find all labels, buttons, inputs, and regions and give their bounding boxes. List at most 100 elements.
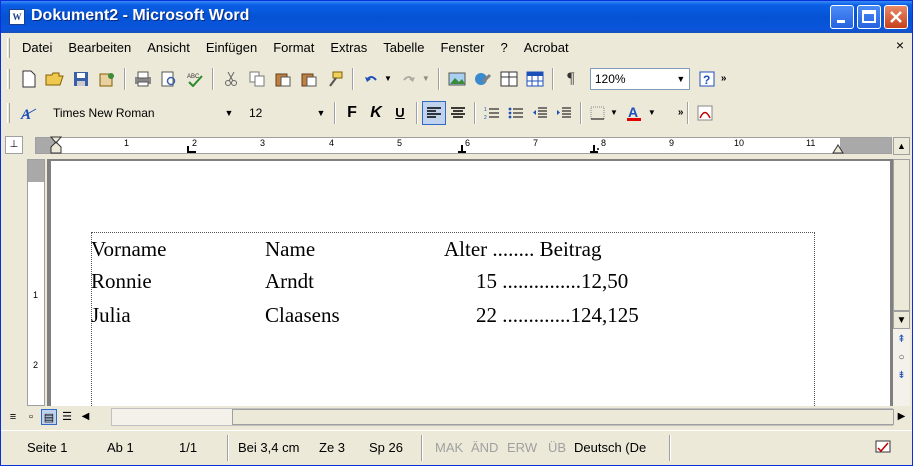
cut-icon[interactable] [219, 67, 243, 91]
insert-hyperlink-icon[interactable] [471, 67, 495, 91]
tab-stop-marker[interactable] [186, 144, 198, 154]
tab-selector[interactable]: ⊥ [5, 136, 23, 154]
border-dropdown-icon[interactable]: ▼ [610, 108, 618, 117]
status-macro-recorder[interactable]: MAK [435, 440, 463, 455]
help-icon[interactable]: ? [696, 67, 720, 91]
outline-view-icon[interactable]: ☰ [59, 409, 75, 425]
align-left-button[interactable] [422, 100, 446, 125]
horizontal-scrollbar[interactable] [111, 408, 894, 426]
open-folder-icon[interactable] [43, 67, 67, 91]
web-layout-icon[interactable]: ▫ [23, 409, 39, 425]
align-center-button[interactable] [446, 101, 470, 125]
redo-dropdown-icon[interactable]: ▼ [422, 74, 430, 83]
menu-bearbeiten[interactable]: Bearbeiten [62, 40, 137, 55]
menu-datei[interactable]: Datei [16, 40, 58, 55]
word-app-icon[interactable]: W [9, 9, 25, 25]
menu-ansicht[interactable]: Ansicht [141, 40, 196, 55]
bullets-button[interactable] [504, 101, 528, 125]
status-overtype[interactable]: ÜB [548, 440, 566, 455]
cell-vorname: Julia [91, 303, 131, 327]
undo-icon[interactable] [359, 67, 383, 91]
vertical-scroll-thumb[interactable] [893, 159, 910, 311]
close-button[interactable] [884, 5, 908, 29]
font-color-button[interactable]: A [622, 101, 646, 125]
spelling-icon[interactable]: ABC [183, 67, 207, 91]
maximize-button[interactable] [857, 5, 881, 29]
paste-options-icon[interactable] [297, 67, 321, 91]
redo-icon[interactable] [397, 67, 421, 91]
border-button[interactable] [586, 101, 610, 125]
menu-tabelle[interactable]: Tabelle [377, 40, 430, 55]
vertical-ruler[interactable]: 1 2 [27, 159, 45, 406]
undo-dropdown-icon[interactable]: ▼ [384, 74, 392, 83]
tab-stop-marker[interactable] [588, 144, 600, 154]
permission-icon[interactable] [95, 67, 119, 91]
acrobat-pdf-icon[interactable] [694, 101, 718, 125]
copy-icon[interactable] [245, 67, 269, 91]
font-size-select[interactable]: 12 ▼ [244, 102, 330, 124]
scroll-down-button[interactable]: ▼ [893, 311, 910, 329]
menu-acrobat[interactable]: Acrobat [518, 40, 575, 55]
increase-indent-button[interactable] [552, 101, 576, 125]
toolbar-separator [334, 101, 336, 124]
status-language[interactable]: Deutsch (De [574, 440, 646, 455]
numbering-button[interactable]: 12 [480, 101, 504, 125]
font-name-select[interactable]: Times New Roman ▼ [48, 102, 238, 124]
select-browse-object-icon[interactable]: ○ [893, 349, 910, 367]
previous-page-icon[interactable]: ⇞ [893, 331, 910, 349]
font-color-dropdown-icon[interactable]: ▼ [648, 108, 656, 117]
status-separator [227, 435, 229, 461]
new-document-icon[interactable] [17, 67, 41, 91]
chevron-down-icon[interactable]: ▼ [221, 103, 237, 123]
vertical-scrollbar[interactable]: ▼ ⇞ ○ ⇟ [893, 159, 910, 406]
underline-button[interactable]: U [388, 101, 412, 125]
scroll-right-button[interactable]: ▶ [893, 408, 910, 426]
menu-einfuegen[interactable]: Einfügen [200, 40, 263, 55]
chevron-down-icon[interactable]: ▼ [673, 69, 689, 89]
status-extend-selection[interactable]: ERW [507, 440, 537, 455]
menu-help[interactable]: ? [495, 40, 514, 55]
first-line-indent-marker[interactable] [50, 136, 62, 155]
minimize-button[interactable] [830, 5, 854, 29]
insert-table-icon[interactable] [523, 67, 547, 91]
tab-stop-marker[interactable] [456, 144, 468, 154]
paste-icon[interactable] [271, 67, 295, 91]
horizontal-ruler[interactable]: 1 2 3 4 5 6 7 8 9 10 11 [35, 136, 892, 155]
toolbar-options-icon[interactable]: » [678, 107, 684, 118]
format-painter-icon[interactable] [323, 67, 347, 91]
bold-button[interactable]: F [340, 101, 364, 125]
chevron-down-icon[interactable]: ▼ [313, 103, 329, 123]
menu-grip[interactable] [7, 37, 10, 58]
toolbar-grip[interactable] [7, 68, 10, 89]
print-icon[interactable] [131, 67, 155, 91]
horizontal-scroll-thumb[interactable] [232, 409, 894, 425]
right-indent-marker[interactable] [832, 142, 844, 154]
tables-borders-icon[interactable] [497, 67, 521, 91]
scroll-left-button[interactable]: ◀ [77, 408, 94, 426]
document-page[interactable]: Vorname Name Alter ........ Beitrag Ronn… [51, 161, 890, 406]
toolbar-options-icon[interactable]: » [721, 73, 727, 84]
save-icon[interactable] [69, 67, 93, 91]
toolbar-separator [124, 67, 126, 90]
normal-view-icon[interactable]: ≡ [5, 409, 21, 425]
document-close-icon[interactable]: × [896, 37, 904, 53]
decrease-indent-button[interactable] [528, 101, 552, 125]
menu-fenster[interactable]: Fenster [434, 40, 490, 55]
insert-drawing-icon[interactable] [445, 67, 469, 91]
next-page-icon[interactable]: ⇟ [893, 367, 910, 385]
spelling-status-icon[interactable] [875, 439, 893, 458]
italic-button[interactable]: K [364, 101, 388, 125]
print-preview-icon[interactable] [157, 67, 181, 91]
menu-extras[interactable]: Extras [324, 40, 373, 55]
status-page: Seite 1 [27, 440, 68, 455]
scroll-up-button[interactable]: ▲ [893, 137, 910, 155]
toolbar-grip[interactable] [7, 102, 10, 123]
styles-formatting-icon[interactable]: A [17, 101, 41, 125]
print-layout-icon[interactable]: ▤ [41, 409, 57, 425]
menu-format[interactable]: Format [267, 40, 320, 55]
zoom-select[interactable]: 120% ▼ [589, 67, 690, 90]
title-bar[interactable]: W Dokument2 - Microsoft Word [1, 1, 912, 33]
status-track-changes[interactable]: ÄND [471, 440, 498, 455]
show-formatting-icon[interactable]: ¶ [559, 67, 583, 91]
cell-name-header: Name [265, 237, 316, 261]
